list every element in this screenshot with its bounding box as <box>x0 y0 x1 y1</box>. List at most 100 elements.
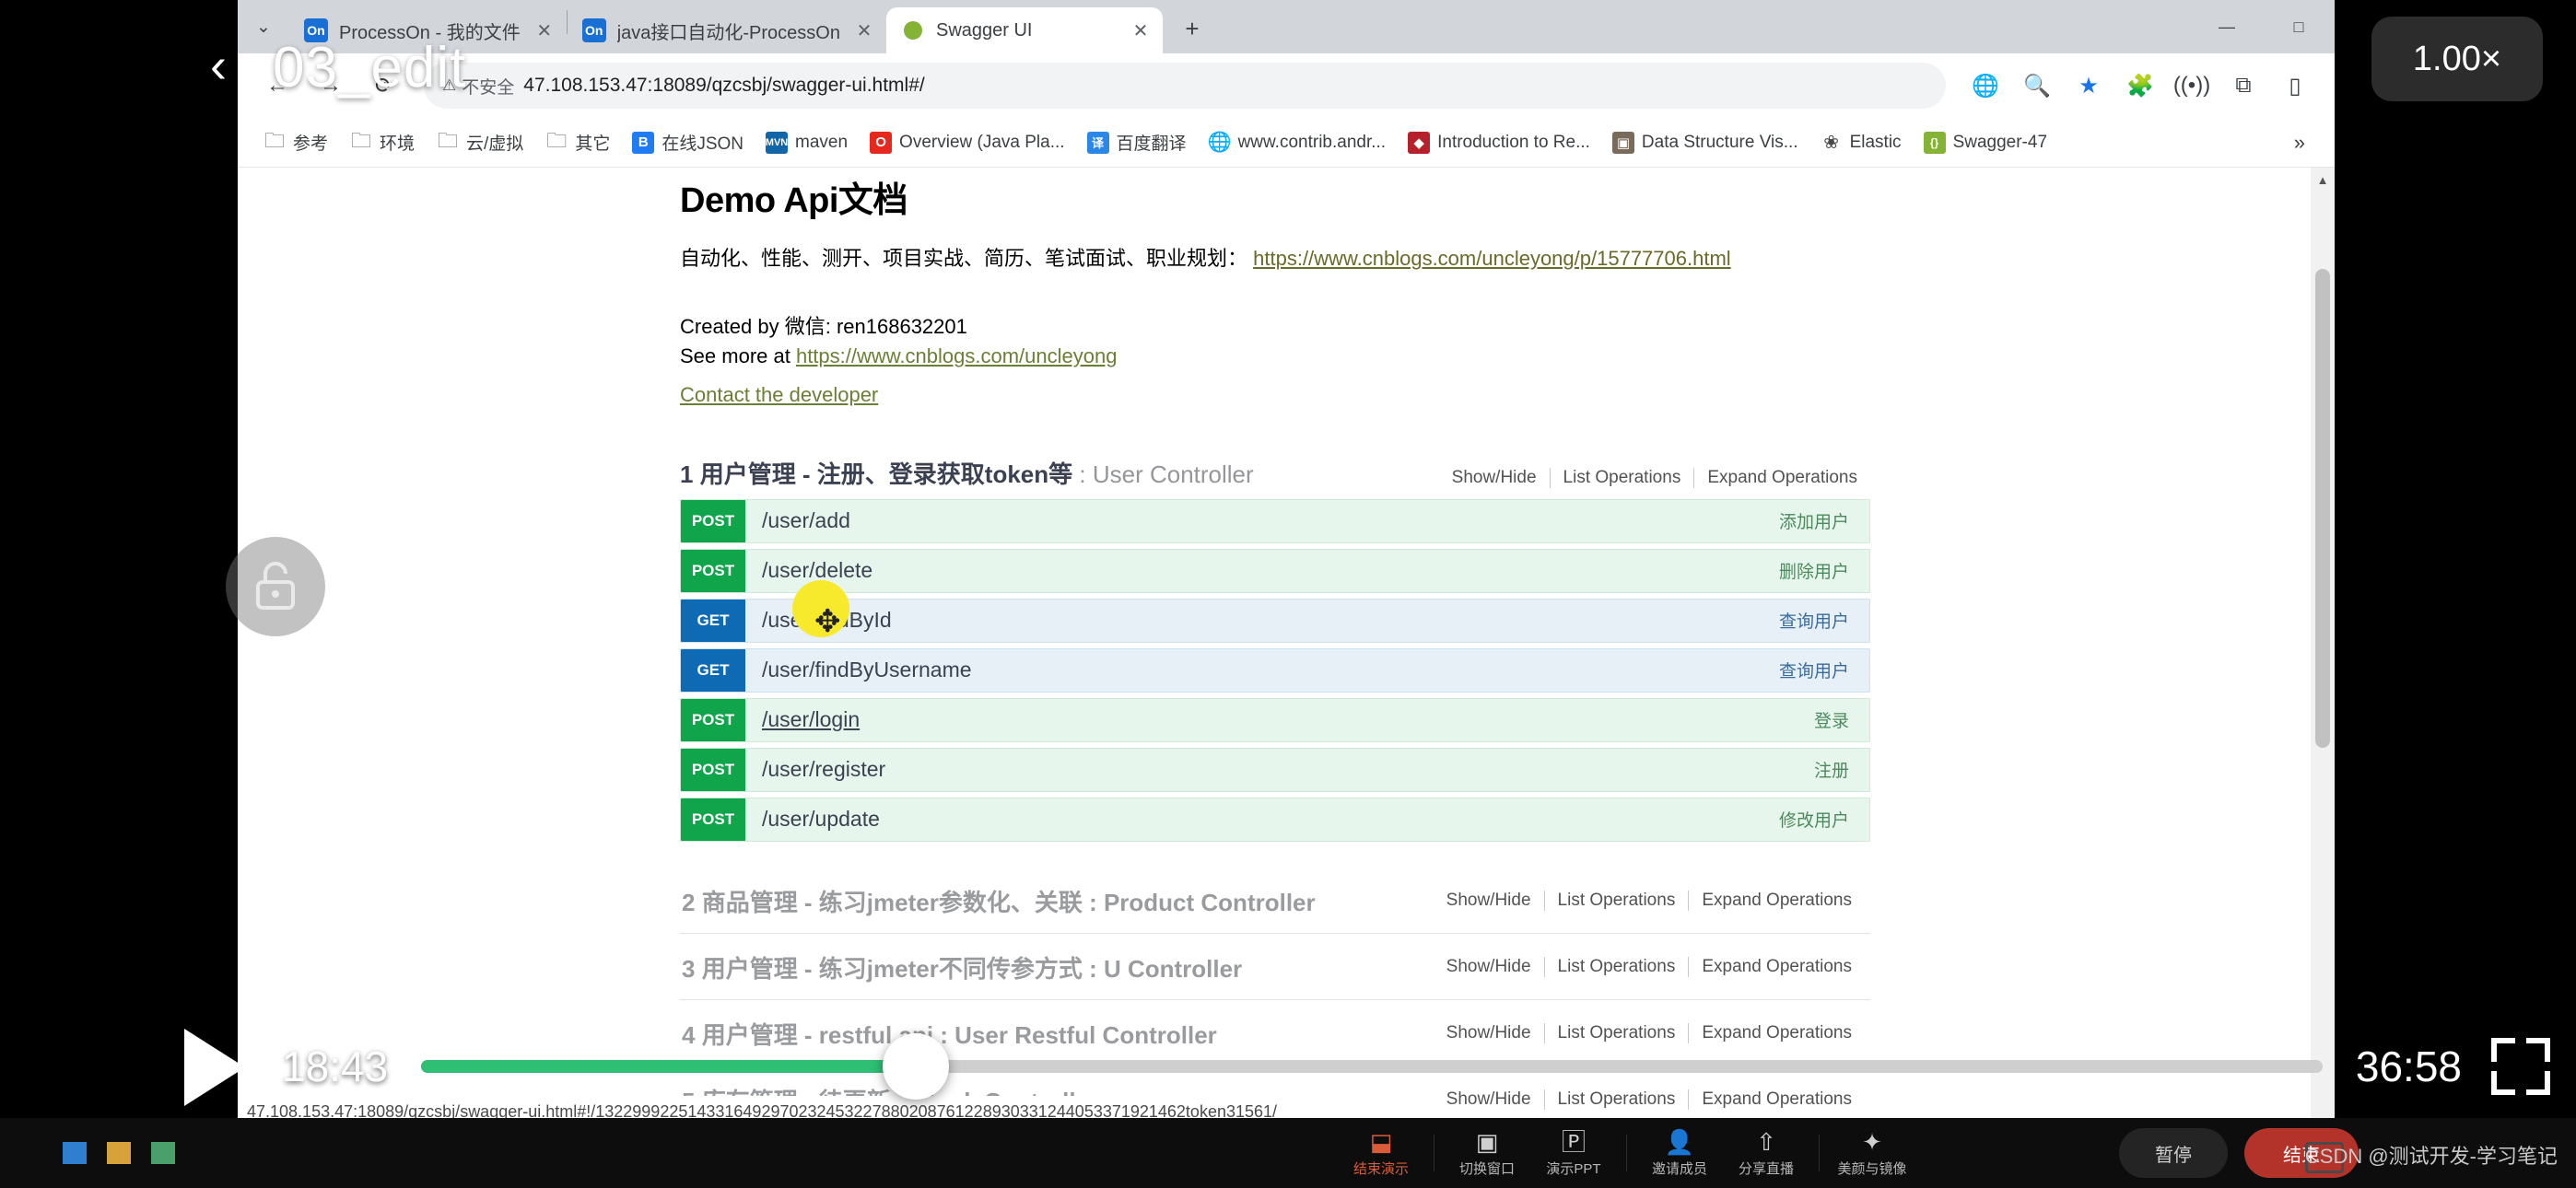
folder-icon: 🗀 <box>351 128 372 152</box>
endpoint-row[interactable]: GET /user/findByUsername 查询用户 <box>680 647 1870 693</box>
api-description-link[interactable]: https://www.cnblogs.com/uncleyong/p/1577… <box>1253 247 1731 270</box>
bookmark-label: Elastic <box>1849 132 1902 152</box>
bookmark-label: 百度翻译 <box>1116 134 1187 154</box>
list-operations-link[interactable]: List Operations <box>1543 957 1689 978</box>
endpoint-path[interactable]: /user/login <box>745 699 1814 741</box>
close-icon[interactable]: ✕ <box>1128 17 1153 43</box>
tab-title: java接口自动化-ProcessOn <box>616 22 840 43</box>
endpoint-row[interactable]: GET /user/findById 查询用户 <box>680 598 1870 643</box>
bookmark-label: Data Structure Vis... <box>1641 132 1798 152</box>
pause-button[interactable]: 暂停 <box>2119 1128 2228 1178</box>
group-operations: Show/Hide List Operations Expand Operati… <box>1434 957 1865 978</box>
toolbar-item-label: 演示PPT <box>1546 1160 1601 1177</box>
taskbar-app-icon[interactable] <box>151 1142 175 1164</box>
endpoint-path[interactable]: /user/findByUsername <box>745 649 1779 692</box>
progress-knob[interactable] <box>882 1033 949 1100</box>
group-name: 商品管理 - 练习jmeter参数化、关联 : Product Controll… <box>701 888 1316 916</box>
bookmark-item-12[interactable]: {} Swagger-47 <box>1914 127 2056 158</box>
resource-group-title[interactable]: 1 用户管理 - 注册、登录获取token等 : User Controller <box>680 456 1439 490</box>
endpoint-row[interactable]: POST /user/add 添加用户 <box>680 498 1870 543</box>
toolbar-item-label: 邀请成员 <box>1651 1160 1707 1177</box>
endpoint-row[interactable]: POST /user/update 修改用户 <box>680 797 1870 842</box>
bookmark-item-8[interactable]: 🌐 www.contrib.andr... <box>1200 127 1396 158</box>
new-tab-button[interactable]: + <box>1170 6 1214 51</box>
expand-operations-link[interactable]: Expand Operations <box>1693 467 1870 488</box>
bookmark-item-6[interactable]: O Overview (Java Pla... <box>861 127 1074 158</box>
endpoint-path[interactable]: /user/update <box>745 798 1779 841</box>
close-icon[interactable]: ✕ <box>532 17 557 43</box>
recording-title: 03_edit <box>273 36 467 99</box>
sidepanel-icon[interactable]: ▯ <box>2270 61 2320 111</box>
vertical-scrollbar[interactable]: ▲ ▼ <box>2311 168 2335 1151</box>
maximize-button[interactable]: □ <box>2263 0 2335 53</box>
bookmark-item-9[interactable]: ◆ Introduction to Re... <box>1399 127 1599 158</box>
taskbar-app-icon[interactable] <box>63 1142 87 1164</box>
bookmarks-overflow-button[interactable]: » <box>2281 127 2318 158</box>
toolbar-item-invite-member[interactable]: 👤 邀请成员 <box>1636 1129 1723 1178</box>
globe-icon: 🌐 <box>1207 131 1232 153</box>
contact-developer-link[interactable]: Contact the developer <box>680 380 878 410</box>
endpoint-row[interactable]: POST /user/register 注册 <box>680 747 1870 792</box>
endpoint-summary: 注册 <box>1813 762 1849 782</box>
resource-group-row[interactable]: 3 用户管理 - 练习jmeter不同传参方式 : U Controller S… <box>680 934 1870 1000</box>
bookmark-item-5[interactable]: MVN maven <box>756 127 857 158</box>
progress-track[interactable] <box>421 1033 2323 1100</box>
see-more-link[interactable]: https://www.cnblogs.com/uncleyong <box>796 344 1118 367</box>
list-operations-link[interactable]: List Operations <box>1543 891 1689 912</box>
toolbar-item-ppt[interactable]: 🄿 演示PPT <box>1530 1129 1617 1178</box>
extension-puzzle-icon[interactable]: 🧩 <box>2115 61 2165 111</box>
cast-icon[interactable]: ((•)) <box>2167 61 2217 111</box>
fullscreen-icon[interactable] <box>2491 1038 2550 1095</box>
back-chevron-icon[interactable]: ‹ <box>210 41 251 96</box>
minimize-button[interactable]: — <box>2191 0 2263 53</box>
bookmark-item-4[interactable]: B 在线JSON <box>623 125 753 159</box>
list-operations-link[interactable]: List Operations <box>1549 467 1694 488</box>
resource-group-title[interactable]: 2 商品管理 - 练习jmeter参数化、关联 : Product Contro… <box>682 884 1316 918</box>
taskbar-app-icon[interactable] <box>107 1142 131 1164</box>
bookmark-item-3[interactable]: 🗀 其它 <box>536 125 619 159</box>
redis-icon: ◆ <box>1408 131 1431 154</box>
extensions-icon[interactable]: ⧉ <box>2219 61 2268 111</box>
resource-group-title[interactable]: 3 用户管理 - 练习jmeter不同传参方式 : U Controller <box>682 950 1242 984</box>
bookmark-item-11[interactable]: ❀ Elastic <box>1811 127 1911 158</box>
expand-operations-link[interactable]: Expand Operations <box>1688 891 1865 912</box>
toolbar-item-stop-present[interactable]: ⬓ 结束演示 <box>1338 1129 1424 1178</box>
show-hide-link[interactable]: Show/Hide <box>1439 468 1550 488</box>
bookmark-item-0[interactable]: 🗀 参考 <box>254 125 337 159</box>
zoom-icon[interactable]: 🔍 <box>2012 61 2062 111</box>
translate-icon[interactable]: 🌐 <box>1961 61 2010 111</box>
unlock-icon[interactable] <box>226 537 325 636</box>
expand-operations-link[interactable]: Expand Operations <box>1688 957 1865 978</box>
endpoint-path[interactable]: /user/register <box>745 749 1814 791</box>
toolbar-item-share-live[interactable]: ⇧ 分享直播 <box>1723 1129 1809 1178</box>
swagger-content: Demo Api文档 自动化、性能、测开、项目实战、简历、笔试面试、职业规划： … <box>680 168 1870 1151</box>
resource-group-row[interactable]: 2 商品管理 - 练习jmeter参数化、关联 : Product Contro… <box>680 868 1870 934</box>
endpoint-summary: 查询用户 <box>1778 662 1849 682</box>
endpoint-path[interactable]: /user/add <box>745 500 1779 542</box>
api-meta: Created by 微信: ren168632201 See more at … <box>680 312 1870 410</box>
address-bar[interactable]: ⚠ 不安全 47.108.153.47:18089/qzcsbj/swagger… <box>424 63 1946 109</box>
bookmark-item-7[interactable]: 译百度翻译 <box>1078 125 1196 159</box>
play-button[interactable] <box>184 1029 249 1106</box>
bookmark-item-10[interactable]: ▣ Data Structure Vis... <box>1603 127 1808 158</box>
endpoint-row-login[interactable]: POST /user/login 登录 <box>680 697 1870 742</box>
endpoint-summary: 修改用户 <box>1778 811 1849 832</box>
toolbar-item-switch-window[interactable]: ▣ 切换窗口 <box>1444 1129 1530 1178</box>
scroll-up-icon[interactable]: ▲ <box>2311 168 2335 192</box>
bookmark-item-1[interactable]: 🗀 环境 <box>341 125 424 159</box>
show-hide-link[interactable]: Show/Hide <box>1434 957 1544 977</box>
bookmark-star-icon[interactable]: ★ <box>2064 61 2113 111</box>
bookmark-item-2[interactable]: 🗀 云/虚拟 <box>427 125 533 159</box>
close-icon[interactable]: ✕ <box>851 17 877 43</box>
tab-java-processon[interactable]: On java接口自动化-ProcessOn ✕ <box>568 7 886 53</box>
scrollbar-thumb[interactable] <box>2315 269 2330 748</box>
bookmark-label: 其它 <box>575 134 611 154</box>
toolbar-item-beauty-mirror[interactable]: ✦ 美颜与镜像 <box>1829 1129 1915 1178</box>
security-label: 不安全 <box>462 77 515 98</box>
folder-icon: 🗀 <box>263 128 285 152</box>
endpoint-row[interactable]: POST /user/delete 删除用户 <box>680 548 1870 593</box>
show-hide-link[interactable]: Show/Hide <box>1434 891 1544 911</box>
endpoint-path[interactable]: /user/findById <box>745 600 1779 642</box>
tab-swagger-ui[interactable]: Swagger UI ✕ <box>885 7 1163 53</box>
endpoint-path[interactable]: /user/delete <box>745 550 1779 592</box>
